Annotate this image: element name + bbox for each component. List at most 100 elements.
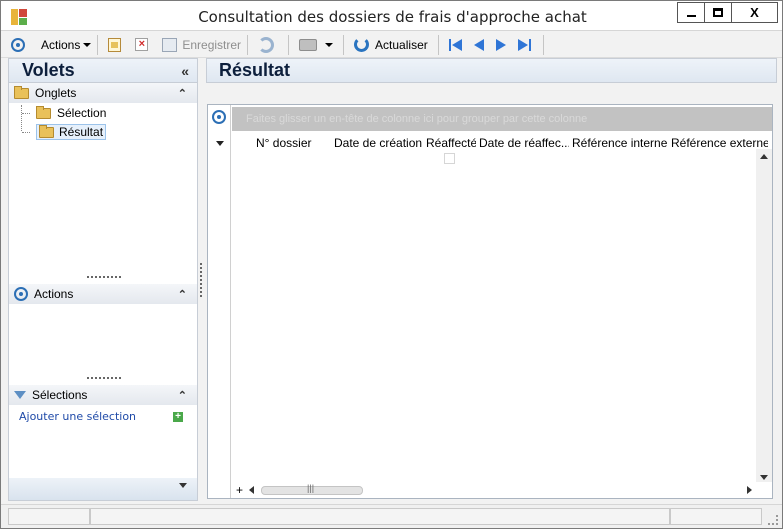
scroll-thumb[interactable] [261, 483, 364, 495]
delete-icon: × [135, 38, 149, 51]
folder-icon [36, 105, 51, 119]
tabs-section-title: Onglets [35, 86, 77, 100]
refresh-label: Actualiser [375, 37, 428, 52]
chevron-down-icon [325, 42, 334, 47]
panes-footer [9, 478, 197, 500]
actions-menu-button[interactable]: Actions [41, 34, 92, 56]
folder-icon [14, 85, 29, 99]
panes-title: Volets [22, 60, 75, 80]
target-button[interactable] [11, 34, 25, 56]
filter-icon [14, 391, 26, 399]
column-headers: N° dossier Date de création Réaffecté Da… [232, 133, 772, 153]
vertical-scrollbar[interactable] [756, 149, 772, 498]
toolbar-separator [437, 34, 439, 55]
tree-item-selected: Résultat [36, 124, 107, 140]
refresh-button[interactable]: Actualiser [354, 34, 428, 56]
status-bar [1, 504, 782, 528]
delete-button[interactable]: × [135, 34, 149, 56]
column-header[interactable]: N° dossier [232, 136, 331, 150]
tree-item-result[interactable]: Résultat [22, 124, 107, 140]
add-icon[interactable]: + [173, 412, 183, 422]
tree-connector [22, 112, 30, 114]
tabs-section-header[interactable]: Onglets ⌃ [9, 83, 197, 103]
expand-icon[interactable]: + [236, 483, 243, 497]
column-header[interactable]: Référence externe [668, 136, 768, 150]
print-button[interactable] [299, 34, 334, 56]
section-resize-grip[interactable] [87, 276, 121, 278]
sync-icon [258, 36, 275, 53]
toolbar-separator [542, 34, 544, 55]
save-icon [162, 37, 178, 52]
save-label: Enregistrer [182, 37, 242, 52]
actions-menu-label: Actions [41, 37, 81, 52]
chevron-up-icon[interactable]: ⌃ [178, 389, 187, 402]
sync-button[interactable] [258, 34, 275, 56]
save-button[interactable]: Enregistrer [162, 34, 241, 56]
column-header[interactable]: Réaffecté [423, 136, 476, 150]
scroll-up-icon[interactable] [760, 154, 768, 159]
scroll-right-icon[interactable] [747, 486, 752, 494]
first-page-button[interactable] [448, 38, 462, 51]
panes-sidebar: Volets « Onglets ⌃ Sélection Résultat Ac… [8, 58, 198, 501]
next-page-button[interactable] [495, 38, 506, 51]
chevron-up-icon[interactable]: ⌃ [178, 87, 187, 100]
printer-icon [299, 38, 318, 51]
title-bar: Consultation des dossiers de frais d'app… [1, 1, 782, 31]
window-controls: X [677, 2, 778, 23]
collapse-panes-icon[interactable]: « [181, 63, 189, 79]
new-button[interactable] [108, 34, 122, 56]
toolbar-separator [247, 34, 249, 55]
minimize-icon [686, 14, 696, 17]
close-button[interactable]: X [732, 3, 777, 22]
last-page-button[interactable] [517, 38, 531, 51]
selections-section-header[interactable]: Sélections ⌃ [9, 385, 197, 405]
resize-grip-icon[interactable] [768, 515, 778, 525]
tree-item-label: Résultat [59, 125, 104, 139]
next-page-icon [495, 38, 506, 51]
result-grid: Faites glisser un en-tête de colonne ici… [207, 104, 773, 499]
tree-item-label: Sélection [57, 106, 107, 120]
first-page-icon [448, 38, 451, 51]
result-header: Résultat [206, 58, 777, 83]
maximize-button[interactable] [705, 3, 732, 22]
tree-connector [22, 131, 30, 133]
new-document-icon [108, 37, 122, 52]
chevron-down-icon[interactable] [216, 141, 224, 146]
group-by-band[interactable]: Faites glisser un en-tête de colonne ici… [232, 107, 772, 131]
status-panel [670, 508, 762, 525]
scroll-left-icon[interactable] [249, 486, 255, 494]
chevron-down-icon[interactable] [179, 483, 187, 488]
column-header[interactable]: Date de création [331, 136, 423, 150]
selections-section-title: Sélections [32, 388, 88, 402]
section-resize-grip[interactable] [87, 377, 121, 379]
page-title: Résultat [219, 60, 291, 80]
reassigned-filter-checkbox[interactable] [444, 153, 455, 164]
horizontal-scrollbar[interactable]: + [232, 482, 772, 498]
open-folder-icon [39, 124, 54, 138]
column-header[interactable]: Date de réaffec... [476, 136, 569, 150]
previous-page-icon [473, 38, 484, 51]
maximize-icon [713, 8, 723, 17]
refresh-icon [354, 37, 370, 52]
toolbar-separator [97, 34, 99, 55]
main-window: Consultation des dossiers de frais d'app… [0, 0, 783, 529]
scroll-down-icon[interactable] [760, 475, 768, 480]
toolbar-separator [288, 34, 290, 55]
window-title: Consultation des dossiers de frais d'app… [198, 8, 587, 26]
chevron-down-icon [83, 42, 92, 47]
minimize-button[interactable] [678, 3, 705, 22]
last-page-icon [517, 38, 528, 51]
previous-page-button[interactable] [473, 38, 484, 51]
column-header[interactable]: Référence interne [569, 136, 668, 150]
tabs-tree: Sélection Résultat [9, 103, 197, 278]
pane-splitter[interactable] [200, 263, 202, 297]
panes-header: Volets « [9, 59, 197, 83]
status-panel [8, 508, 90, 525]
tree-item-selection[interactable]: Sélection [22, 105, 107, 120]
target-icon [14, 287, 28, 301]
chevron-up-icon[interactable]: ⌃ [178, 288, 187, 301]
target-icon [11, 37, 25, 52]
target-icon[interactable] [212, 110, 226, 124]
add-selection-link[interactable]: Ajouter une sélection [19, 410, 136, 423]
actions-section-header[interactable]: Actions ⌃ [9, 284, 197, 304]
